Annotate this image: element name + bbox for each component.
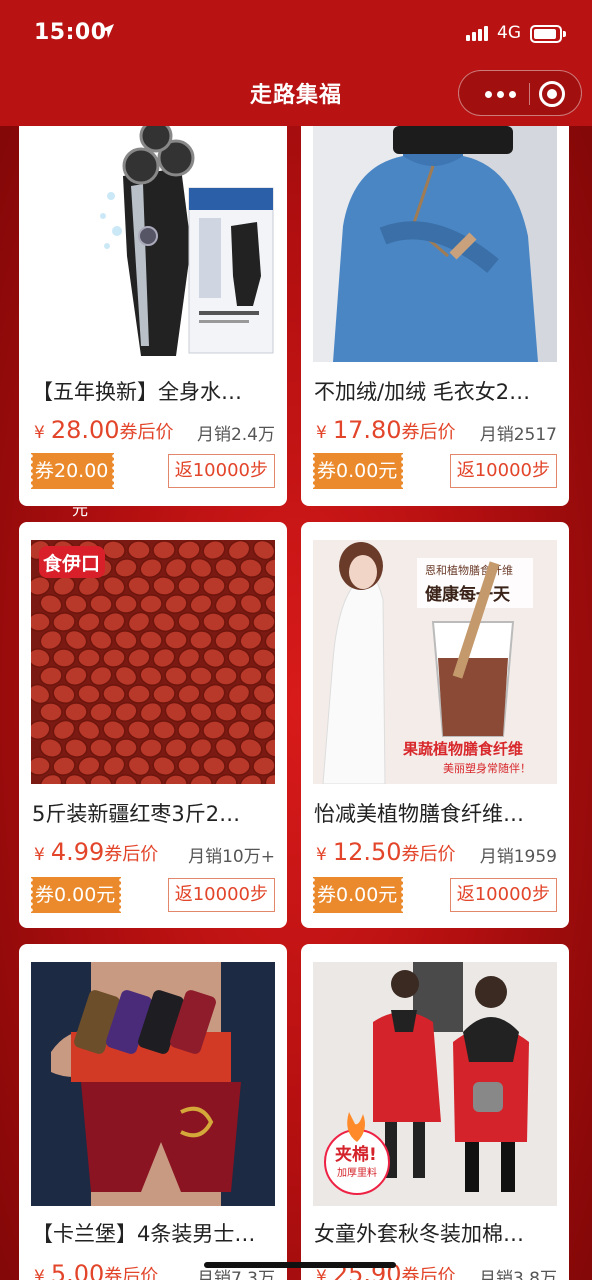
product-image-sweater[interactable] (313, 106, 557, 362)
product-title[interactable]: 【卡兰堡】4条装男士… (32, 1218, 277, 1248)
sweater-image (313, 106, 557, 362)
product-card[interactable]: 不加绒/加绒 毛衣女2… ¥17.80券后价 月销2517 券0.00元 返10… (301, 106, 569, 506)
monthly-sales: 月销10万+ (188, 847, 275, 867)
product-title[interactable]: 【五年换新】全身水… (32, 376, 277, 406)
coat-badge: 夹棉! (335, 1144, 377, 1165)
banner-bottom-text: 果蔬植物膳食纤维 (402, 740, 523, 758)
product-image-shaver[interactable] (31, 106, 275, 362)
status-bar: 15:00 4G (0, 0, 592, 66)
signal-icon (466, 26, 488, 41)
steps-reward-button[interactable]: 返10000步 (449, 878, 557, 912)
mini-program-capsule (458, 70, 582, 116)
coupon-badge[interactable]: 券20.00 (28, 453, 117, 489)
red-dates-image: 食伊口 (31, 540, 275, 784)
steps-reward-button[interactable]: 返10000步 (167, 454, 275, 488)
coupon-badge[interactable]: 券0.00元 (28, 877, 124, 913)
product-image-red-dates[interactable]: 食伊口 (31, 540, 275, 784)
coat-badge-sub: 加厚里料 (337, 1166, 377, 1179)
product-price: ¥12.50券后价 (316, 838, 456, 866)
steps-reward-button[interactable]: 返10000步 (167, 878, 275, 912)
more-icon[interactable] (477, 81, 523, 107)
product-title[interactable]: 5斤装新疆红枣3斤2… (32, 798, 277, 828)
product-image-fiber-drink[interactable]: 恩和植物膳食纤维 健康每一天 果蔬植物膳食纤维 美丽塑身常随伴！ (313, 540, 557, 784)
monthly-sales: 月销1959 (479, 847, 557, 867)
underwear-image (31, 962, 275, 1206)
location-arrow-icon (100, 24, 114, 38)
coupon-badge[interactable]: 券0.00元 (310, 453, 406, 489)
brand-badge: 食伊口 (43, 552, 100, 575)
product-card[interactable]: 夹棉! 加厚里料 女童外套秋冬装加棉… ¥25.90券后价 月销3.8万 (301, 944, 569, 1280)
product-title[interactable]: 女童外套秋冬装加棉… (314, 1218, 559, 1248)
banner-slogan: 健康每一天 (425, 584, 511, 605)
nav-bar: 走路集福 (0, 66, 592, 126)
shaver-image (31, 106, 275, 362)
stray-text: 元 (72, 500, 89, 519)
product-title[interactable]: 不加绒/加绒 毛衣女2… (314, 376, 559, 406)
product-price: ¥5.00券后价 (34, 1260, 159, 1280)
monthly-sales: 月销2.4万 (196, 425, 275, 445)
close-icon[interactable] (539, 81, 565, 107)
network-type: 4G (497, 23, 521, 43)
monthly-sales: 月销3.8万 (478, 1269, 557, 1280)
product-image-underwear[interactable] (31, 962, 275, 1206)
banner-sub-text: 美丽塑身常随伴！ (443, 761, 531, 775)
product-card[interactable]: 【五年换新】全身水… ¥28.00券后价 月销2.4万 券20.00 返1000… (19, 106, 287, 506)
product-card[interactable]: 【卡兰堡】4条装男士… ¥5.00券后价 月销7.3万 (19, 944, 287, 1280)
product-card[interactable]: 恩和植物膳食纤维 健康每一天 果蔬植物膳食纤维 美丽塑身常随伴！ 怡减美植物膳食… (301, 522, 569, 928)
coupon-badge[interactable]: 券0.00元 (310, 877, 406, 913)
product-price: ¥4.99券后价 (34, 838, 159, 866)
monthly-sales: 月销2517 (479, 425, 557, 445)
girls-coat-image: 夹棉! 加厚里料 (313, 962, 557, 1206)
product-title[interactable]: 怡减美植物膳食纤维… (314, 798, 559, 828)
product-card[interactable]: 食伊口 5斤装新疆红枣3斤2… ¥4.99券后价 月销10万+ 券0.00元 返… (19, 522, 287, 928)
product-price: ¥17.80券后价 (316, 416, 456, 444)
home-indicator[interactable] (204, 1262, 396, 1268)
product-image-girls-coat[interactable]: 夹棉! 加厚里料 (313, 962, 557, 1206)
steps-reward-button[interactable]: 返10000步 (449, 454, 557, 488)
status-time: 15:00 (34, 20, 107, 45)
capsule-divider (529, 83, 530, 105)
battery-icon (530, 25, 566, 43)
product-price: ¥28.00券后价 (34, 416, 174, 444)
banner-top-text: 恩和植物膳食纤维 (425, 563, 513, 577)
fiber-drink-image: 恩和植物膳食纤维 健康每一天 果蔬植物膳食纤维 美丽塑身常随伴！ (313, 540, 557, 784)
